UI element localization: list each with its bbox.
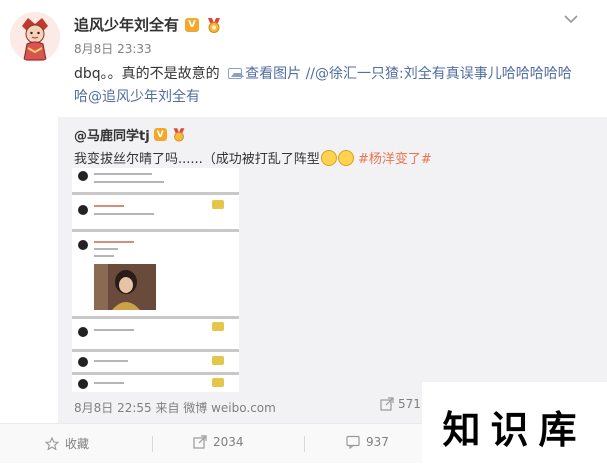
repost-count: 2034 <box>213 435 244 449</box>
thumb-card <box>72 168 239 192</box>
repost-text: 我变拔丝尔晴了吗......（成功被打乱了阵型 #杨洋变了# <box>74 148 432 167</box>
thumb-photo <box>94 264 156 310</box>
favorite-label: 收藏 <box>65 437 90 451</box>
portrait-image-icon <box>94 264 156 310</box>
favorite-button[interactable]: 收藏 <box>45 435 89 452</box>
post-text-prefix: dbq。。真的不是故意的 <box>74 66 220 82</box>
laughing-emoji-icon <box>337 150 354 166</box>
post-time[interactable]: 8月8日 23:33 <box>74 40 152 57</box>
view-image-link[interactable]: 查看图片 <box>245 66 301 82</box>
action-divider <box>152 436 153 452</box>
thumb-avatar <box>78 171 88 181</box>
thumb-avatar <box>78 205 88 215</box>
thumb-text-line <box>94 329 134 331</box>
topic-link[interactable]: #杨洋变了# <box>358 152 432 167</box>
thumb-text-line <box>94 248 118 250</box>
medal-icon <box>173 128 185 142</box>
thumb-icon <box>212 200 224 209</box>
thumb-text-line <box>94 173 152 175</box>
thumb-text-line <box>94 360 128 362</box>
verified-badge-icon: V <box>185 17 200 32</box>
author-avatar[interactable] <box>10 12 60 62</box>
star-icon <box>45 436 59 451</box>
thumb-text-line <box>94 205 124 207</box>
comment-icon <box>346 435 360 449</box>
author-name[interactable]: 追风少年刘全有 <box>74 14 179 35</box>
author-row: 追风少年刘全有 V <box>74 14 223 35</box>
image-icon <box>228 68 245 79</box>
thumb-avatar <box>78 357 88 367</box>
repost-user-row: @马鹿同学tj V <box>74 125 187 144</box>
weibo-post: 追风少年刘全有 V 8月8日 23:33 dbq。。真的不是故意的 查看图片 /… <box>0 0 607 470</box>
watermark-text: 知识库 <box>442 406 587 452</box>
repost-share-button[interactable]: 571 <box>380 397 421 411</box>
thumb-card <box>72 319 239 349</box>
thumb-avatar <box>78 327 88 337</box>
watermark: 知识库 <box>422 382 607 470</box>
mention-link[interactable]: @徐汇一只猹 <box>315 66 399 82</box>
post-text-separator: // <box>301 66 316 82</box>
repost-button[interactable]: 2034 <box>193 435 244 449</box>
thumb-text-line <box>94 241 134 243</box>
thumb-text-line <box>94 213 154 215</box>
thumb-card <box>72 375 239 392</box>
repost-share-count: 571 <box>398 397 421 411</box>
thumb-text-line <box>94 382 124 384</box>
thumb-icon <box>212 378 224 387</box>
repost-text-body: 我变拔丝尔晴了吗......（成功被打乱了阵型 <box>74 152 320 167</box>
cartoon-avatar-icon <box>10 12 60 62</box>
mention-link[interactable]: @追风少年刘全有 <box>88 89 200 105</box>
thumb-text-line <box>94 255 114 257</box>
action-divider <box>304 436 305 452</box>
thumb-icon <box>212 356 224 365</box>
medal-icon <box>208 17 221 33</box>
comment-count: 937 <box>366 435 389 449</box>
thumb-card <box>72 352 239 372</box>
chevron-down-icon[interactable] <box>561 12 581 26</box>
thumb-icon <box>212 322 224 331</box>
repost-image-thumbnail[interactable] <box>72 168 239 392</box>
thumb-text-line <box>94 181 164 183</box>
thumb-avatar <box>78 240 88 250</box>
share-icon <box>193 435 207 449</box>
share-icon <box>380 397 394 411</box>
reposted-post: @马鹿同学tj V 我变拔丝尔晴了吗......（成功被打乱了阵型 #杨洋变了# <box>58 117 607 423</box>
verified-badge-icon: V <box>153 128 167 141</box>
post-text: dbq。。真的不是故意的 查看图片 //@徐汇一只猹:刘全有真误事儿哈哈哈哈哈哈… <box>74 63 579 109</box>
repost-user-name[interactable]: @马鹿同学tj <box>74 125 150 144</box>
comment-button[interactable]: 937 <box>346 435 389 449</box>
repost-time-source[interactable]: 8月8日 22:55 来自 微博 weibo.com <box>74 399 276 416</box>
thumb-avatar <box>78 379 88 389</box>
laughing-emoji-icon <box>320 150 337 166</box>
thumb-card <box>72 195 239 229</box>
